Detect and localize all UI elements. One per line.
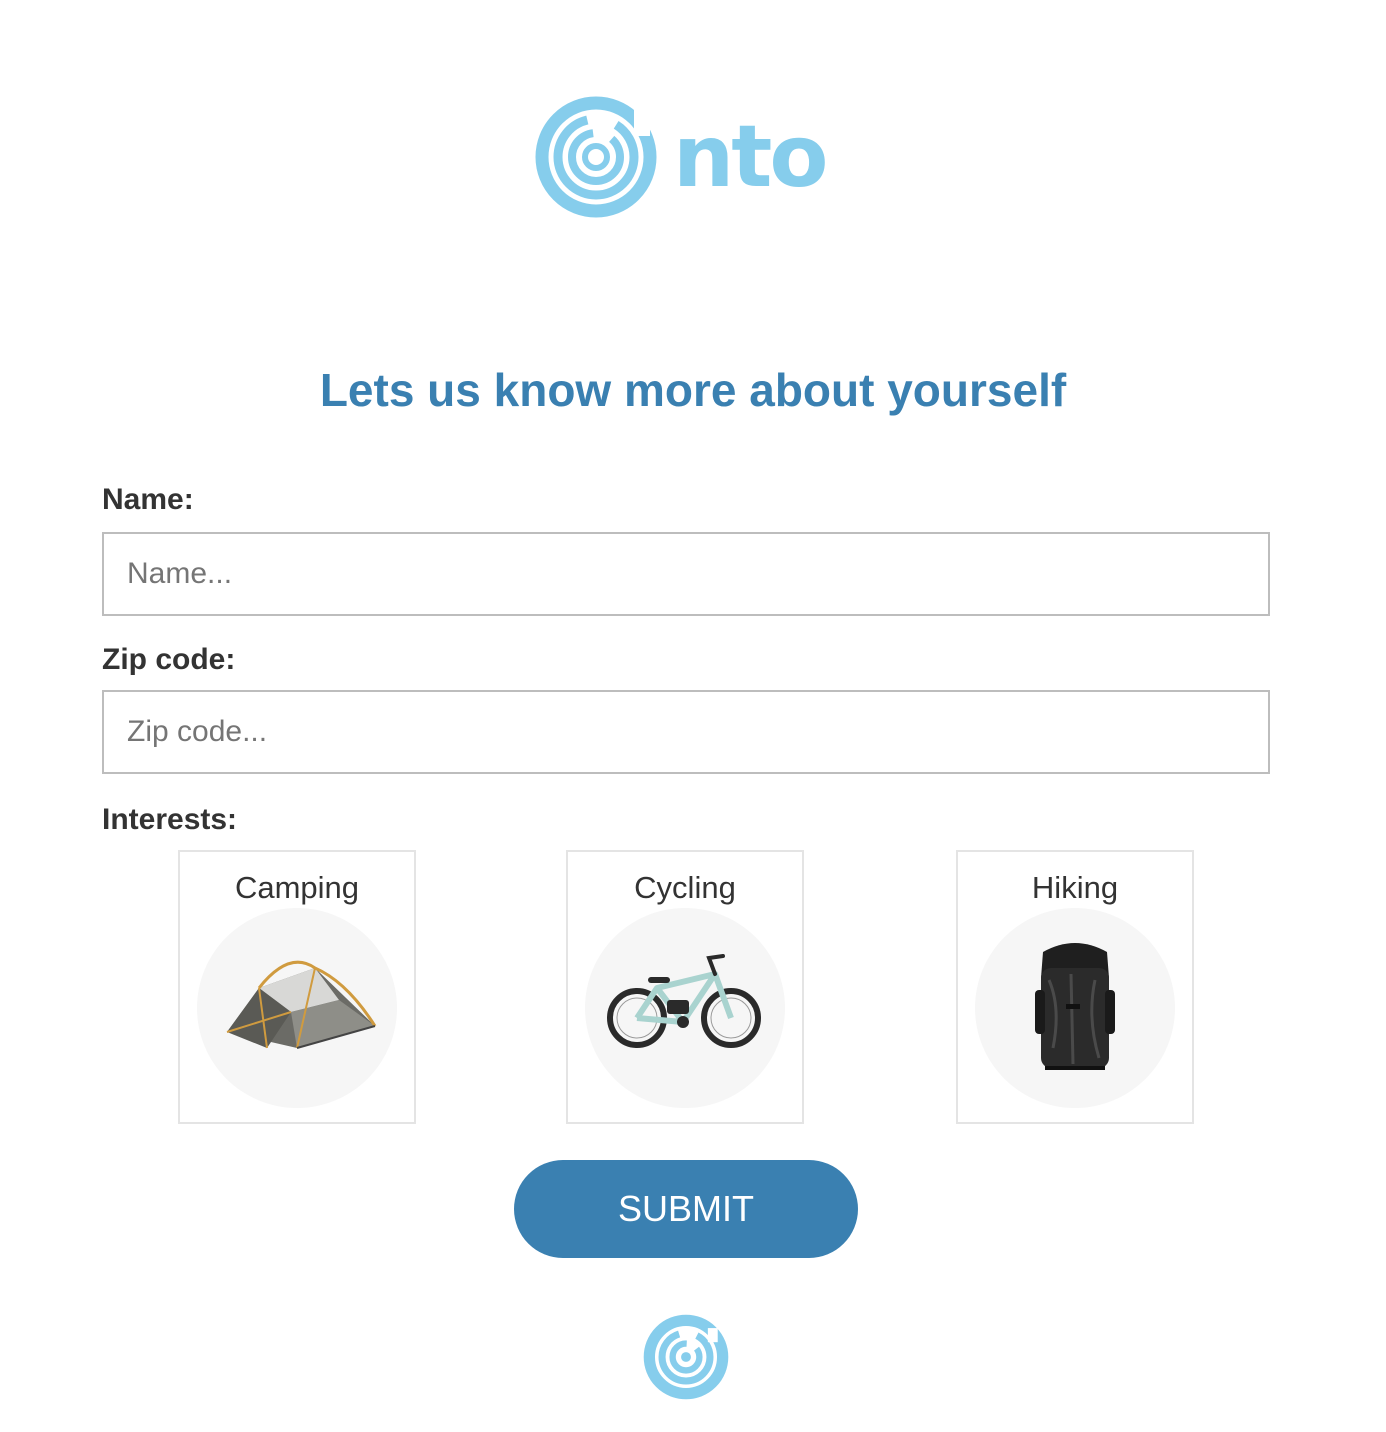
tent-icon bbox=[226, 960, 377, 1049]
interest-image-circle bbox=[197, 908, 397, 1108]
interest-option-hiking[interactable]: Hiking bbox=[956, 850, 1194, 1124]
name-label: Name: bbox=[102, 483, 194, 516]
zip-code-label: Zip code: bbox=[102, 643, 236, 676]
bicycle-icon bbox=[607, 954, 761, 1048]
interest-option-camping[interactable]: Camping bbox=[178, 850, 416, 1124]
brand-wordmark: nto bbox=[673, 107, 828, 207]
interests-label: Interests: bbox=[102, 803, 238, 836]
name-input[interactable] bbox=[102, 532, 1270, 616]
signup-page: nto Lets us know more about yourself Nam… bbox=[0, 0, 1386, 1432]
interest-image-circle bbox=[975, 908, 1175, 1108]
interest-image-circle bbox=[585, 908, 785, 1108]
interest-option-label: Hiking bbox=[1031, 870, 1119, 905]
interest-option-label: Cycling bbox=[634, 870, 736, 905]
zip-code-input[interactable] bbox=[102, 690, 1270, 774]
page-title: Lets us know more about yourself bbox=[319, 364, 1067, 416]
footer-logo-icon bbox=[643, 1314, 729, 1400]
interest-option-label: Camping bbox=[234, 870, 360, 905]
nto-logo: nto bbox=[535, 96, 845, 218]
backpack-icon bbox=[1035, 943, 1115, 1070]
nto-swirl-logo-icon bbox=[535, 96, 657, 218]
submit-button[interactable]: SUBMIT bbox=[514, 1160, 858, 1258]
interest-option-cycling[interactable]: Cycling bbox=[566, 850, 804, 1124]
